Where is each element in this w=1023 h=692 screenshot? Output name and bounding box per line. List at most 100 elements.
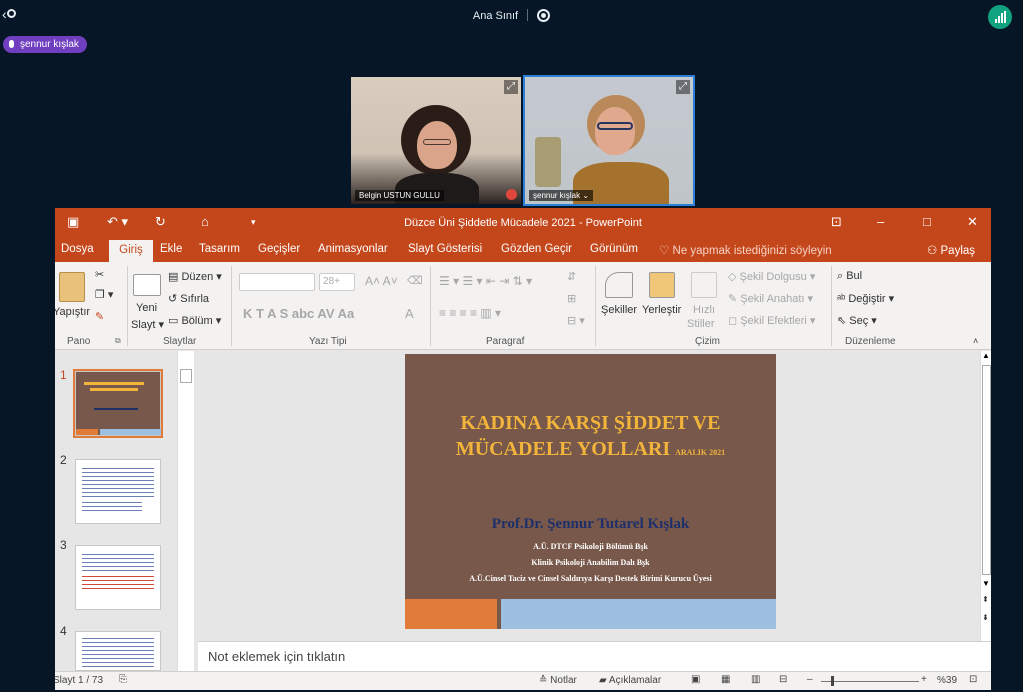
tab-tasarim[interactable]: Tasarım <box>199 243 240 255</box>
tab-gozden-gecir[interactable]: Gözden Geçir <box>501 243 572 255</box>
shapes-button[interactable]: Şekiller <box>601 304 637 316</box>
quick-styles-icon[interactable] <box>691 272 717 298</box>
maximize-icon[interactable]: □ <box>923 214 931 229</box>
clear-format-icon[interactable]: ⌫ <box>407 274 423 287</box>
slide-thumbnail[interactable] <box>73 369 163 438</box>
find-button[interactable]: ⌕ Bul <box>837 270 862 283</box>
window-title: Düzce Üni Şiddetle Mücadele 2021 - Power… <box>404 217 642 229</box>
previous-slide-icon[interactable]: ⇞ <box>982 595 989 604</box>
ribbon-display-icon[interactable]: ⊡ <box>831 214 842 230</box>
scroll-thumb[interactable] <box>180 369 192 383</box>
layout-button[interactable]: ▤ Düzen ▾ <box>168 270 222 283</box>
zoom-slider[interactable] <box>821 681 919 682</box>
tab-giris[interactable]: Giriş <box>109 240 153 262</box>
shape-fill-button[interactable]: ◇ Şekil Dolgusu ▾ <box>728 270 815 283</box>
zoom-level[interactable]: %39 <box>937 675 957 686</box>
replace-button[interactable]: ᵃᵇ Değiştir ▾ <box>837 292 894 305</box>
scroll-down-icon[interactable]: ▼ <box>982 579 990 588</box>
zoom-slider-thumb[interactable] <box>831 676 834 686</box>
scroll-up-icon[interactable]: ▲ <box>982 351 990 360</box>
tab-gorunum[interactable]: Görünüm <box>590 243 638 255</box>
font-name-input[interactable] <box>239 273 315 291</box>
new-slide-label-1[interactable]: Yeni <box>136 302 157 314</box>
slide-thumbnail-pane: 1 2 3 4 <box>55 351 197 671</box>
slide-title[interactable]: KADINA KARŞI ŞİDDET VE MÜCADELE YOLLARI … <box>405 410 776 466</box>
slide-affiliation-3: A.Ü.Cinsel Taciz ve Cinsel Saldırıya Kar… <box>469 574 712 583</box>
tab-gecisler[interactable]: Geçişler <box>258 243 300 255</box>
cut-icon[interactable]: ✂ <box>95 268 104 281</box>
redo-icon[interactable]: ↻ <box>155 214 166 230</box>
notes-toggle[interactable]: ≙ Notlar <box>539 675 577 686</box>
dialog-launcher-icon[interactable]: ⧉ <box>115 336 121 346</box>
bullets-icon[interactable]: ☰ ▾ ☰ ▾ ⇤ ⇥ ⇅ ▾ <box>439 274 532 288</box>
font-size-input[interactable]: 28+ <box>319 273 355 291</box>
comments-toggle[interactable]: ▰ Açıklamalar <box>599 675 661 686</box>
new-slide-label-2[interactable]: Slayt ▾ <box>131 318 164 331</box>
record-icon[interactable] <box>537 9 551 22</box>
view-normal-icon[interactable]: ▣ <box>691 674 700 685</box>
fit-to-window-icon[interactable]: ⊡ <box>969 674 977 685</box>
tab-slayt-gosterisi[interactable]: Slayt Gösterisi <box>408 243 482 255</box>
font-style-buttons[interactable]: K T A S abc AV Aa <box>243 306 354 321</box>
copy-icon[interactable]: ❐ ▾ <box>95 288 113 301</box>
text-direction-icon[interactable]: ⇵ <box>567 270 576 283</box>
tab-dosya[interactable]: Dosya <box>61 243 94 255</box>
collapse-ribbon-icon[interactable]: ˄ <box>973 336 978 346</box>
paste-button[interactable]: Yapıştır <box>55 306 90 318</box>
share-button[interactable]: ⚇ Paylaş <box>927 243 975 257</box>
arrange-icon[interactable] <box>649 272 675 298</box>
new-slide-icon[interactable] <box>133 274 161 296</box>
select-button[interactable]: ⇖ Seç ▾ <box>837 314 877 327</box>
slide-thumbnail[interactable] <box>75 459 161 524</box>
section-button[interactable]: ▭ Bölüm ▾ <box>168 314 221 327</box>
font-color-icon[interactable]: A <box>405 306 414 321</box>
notes-placeholder[interactable]: Not eklemek için tıklatın <box>208 649 345 664</box>
format-painter-icon[interactable]: ✎ <box>95 310 104 323</box>
font-grow-shrink-icon[interactable]: A˄ A˅ <box>365 274 398 288</box>
undo-icon[interactable]: ↶ ▾ <box>107 214 128 230</box>
video-tile-participant-1[interactable]: ⤢ Belgin USTUN GULLU <box>351 77 521 204</box>
group-label-paragraph: Paragraf <box>486 336 525 347</box>
alignment-icons[interactable]: ≡ ≡ ≡ ≡ ▥ ▾ <box>439 306 501 320</box>
tab-animasyonlar[interactable]: Animasyonlar <box>318 243 388 255</box>
spellcheck-icon[interactable]: ⎘ <box>119 674 127 685</box>
align-text-icon[interactable]: ⊞ <box>567 292 576 305</box>
scroll-thumb[interactable] <box>982 365 991 575</box>
paste-icon[interactable] <box>59 272 85 302</box>
slide-thumbnail[interactable] <box>75 631 161 671</box>
next-slide-icon[interactable]: ⇟ <box>982 613 989 622</box>
smartart-icon[interactable]: ⊟ ▾ <box>567 314 585 327</box>
tab-ekle[interactable]: Ekle <box>160 243 182 255</box>
close-icon[interactable]: ✕ <box>967 214 978 230</box>
shape-effects-button[interactable]: ◻ Şekil Efektleri ▾ <box>728 314 815 327</box>
view-slideshow-icon[interactable]: ⊟ <box>779 674 787 685</box>
save-icon[interactable]: ▣ <box>67 214 79 230</box>
current-slide[interactable]: KADINA KARŞI ŞİDDET VE MÜCADELE YOLLARI … <box>405 354 776 629</box>
view-sorter-icon[interactable]: ▦ <box>721 674 730 685</box>
editor-scrollbar[interactable]: ▲ ▼ ⇞ ⇟ <box>980 351 991 641</box>
zoom-out-button[interactable]: – <box>807 674 813 685</box>
slide-thumbnail[interactable] <box>75 545 161 610</box>
muted-mic-icon <box>506 189 517 200</box>
video-tile-participant-2[interactable]: ⤢ şennur kışlak ⌄ <box>523 75 695 206</box>
quick-styles-label-2[interactable]: Stiller <box>687 318 715 330</box>
reset-button[interactable]: ↺ Sıfırla <box>168 292 209 305</box>
slide-author[interactable]: Prof.Dr. Şennur Tutarel Kışlak <box>405 516 776 533</box>
shape-outline-button[interactable]: ✎ Şekil Anahatı ▾ <box>728 292 813 305</box>
minimize-icon[interactable]: – <box>877 214 884 229</box>
presenter-icon[interactable]: ⌂ <box>201 214 209 229</box>
customize-qa-icon[interactable]: ▾ <box>251 217 256 228</box>
expand-icon[interactable]: ⤢ <box>504 80 518 94</box>
zoom-in-button[interactable]: + <box>921 674 927 685</box>
expand-icon[interactable]: ⤢ <box>676 80 690 94</box>
tell-me-box[interactable]: ♡ Ne yapmak istediğinizi söyleyin <box>659 243 832 257</box>
leave-back-icon[interactable]: ‹ <box>2 6 24 24</box>
quick-styles-label-1[interactable]: Hızlı <box>693 304 715 316</box>
arrange-button[interactable]: Yerleştir <box>642 304 681 316</box>
notes-pane[interactable]: Not eklemek için tıklatın <box>198 641 991 671</box>
view-reading-icon[interactable]: ▥ <box>751 674 760 685</box>
shapes-icon[interactable] <box>605 272 633 298</box>
slide-date: ARALIK 2021 <box>675 448 726 457</box>
network-signal-icon[interactable] <box>988 5 1012 29</box>
thumbnail-scrollbar[interactable] <box>177 351 194 671</box>
